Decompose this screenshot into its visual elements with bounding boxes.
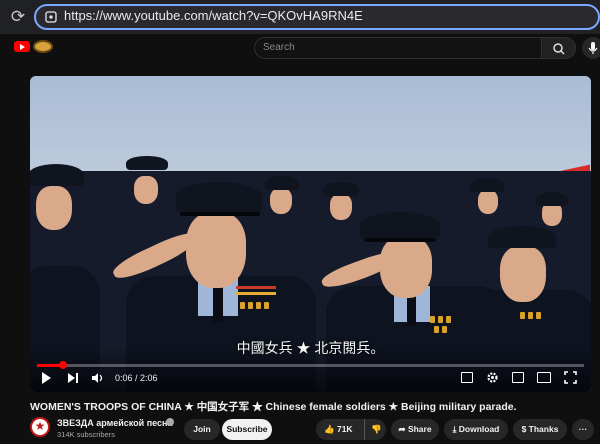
video-player[interactable]: 中國女兵 ★ 北京閱兵。 0:06 / 2:06 [30,76,591,392]
person-face [500,246,546,302]
miniplayer-icon[interactable] [512,372,524,383]
subscriber-count: 314K subscribers [57,430,115,439]
thumbs-up-icon: 👍 [324,424,335,434]
person-face [270,188,292,214]
person-face [186,212,246,288]
search-placeholder: Search [263,42,295,53]
medal [438,316,443,323]
ribbon-bar [236,292,276,295]
subscribe-button[interactable]: Subscribe [222,419,272,440]
verified-badge-icon [166,418,174,426]
person-cap [488,226,556,248]
voice-search-button[interactable] [582,37,600,59]
search-button[interactable] [542,37,576,59]
person-cap [360,212,440,238]
play-icon[interactable] [42,372,51,384]
person-face [134,176,158,204]
person-face [478,190,498,214]
share-label: Share [407,424,432,434]
medal [264,302,269,309]
medal [240,302,245,309]
search-input[interactable] [254,37,542,59]
thanks-button[interactable]: $ Thanks [513,419,567,440]
next-icon[interactable] [68,373,78,383]
download-button[interactable]: ⤓ Download [444,419,508,440]
medal [434,326,439,333]
video-title: WOMEN'S TROOPS OF CHINA ★ 中国女子军 ★ Chines… [30,401,517,413]
share-icon: ➦ [398,424,406,434]
search-icon [553,43,565,55]
site-info-icon[interactable] [44,10,58,24]
microphone-icon [588,42,598,54]
play-triangle-icon [20,43,25,50]
thanks-icon: $ [521,424,527,434]
thumbs-down-icon: 👎 [371,424,382,434]
thanks-label: Thanks [528,424,559,434]
medal [536,312,541,319]
doodle-icon[interactable] [33,40,53,53]
medal [430,316,435,323]
reload-icon[interactable]: ⟳ [8,7,28,27]
controls-gradient [30,346,591,392]
person-cap [126,156,168,170]
person-cap [323,182,359,196]
medal [520,312,525,319]
share-button[interactable]: ➦ Share [391,419,439,440]
settings-icon[interactable] [486,371,499,384]
tie [213,284,223,322]
like-button[interactable]: 👍 71K [316,424,353,434]
like-count: 71K [336,424,353,434]
theater-mode-icon[interactable] [537,372,551,383]
medal [446,316,451,323]
progress-bar[interactable] [37,364,584,367]
medal [528,312,533,319]
medal [248,302,253,309]
dislike-button[interactable]: 👎 [364,419,382,440]
volume-icon[interactable] [92,372,104,384]
cap-brim [180,212,260,216]
channel-name[interactable]: ЗВЕЗДА армейской песни [57,418,173,428]
person-face [36,186,72,230]
ribbon-bar [236,286,276,289]
download-icon: ⤓ [452,424,457,434]
time-display: 0:06 / 2:06 [115,373,158,383]
like-dislike-group: 👍 71K 👎 [316,419,386,440]
fullscreen-icon[interactable] [564,371,577,384]
download-label: Download [458,424,500,434]
url-text[interactable]: https://www.youtube.com/watch?v=QKOvHA9R… [64,8,363,23]
person-cap [265,176,299,190]
person-cap [470,178,504,192]
person-cap [30,164,84,186]
more-actions-button[interactable]: ··· [572,419,594,440]
cap-brim [364,238,436,242]
person-face [330,194,352,220]
star-icon: ★ [34,419,46,433]
person-cap [176,182,262,212]
join-button[interactable]: Join [184,419,220,440]
medal [442,326,447,333]
subtitles-icon[interactable] [461,372,473,383]
person-cap [536,192,568,206]
medal [256,302,261,309]
